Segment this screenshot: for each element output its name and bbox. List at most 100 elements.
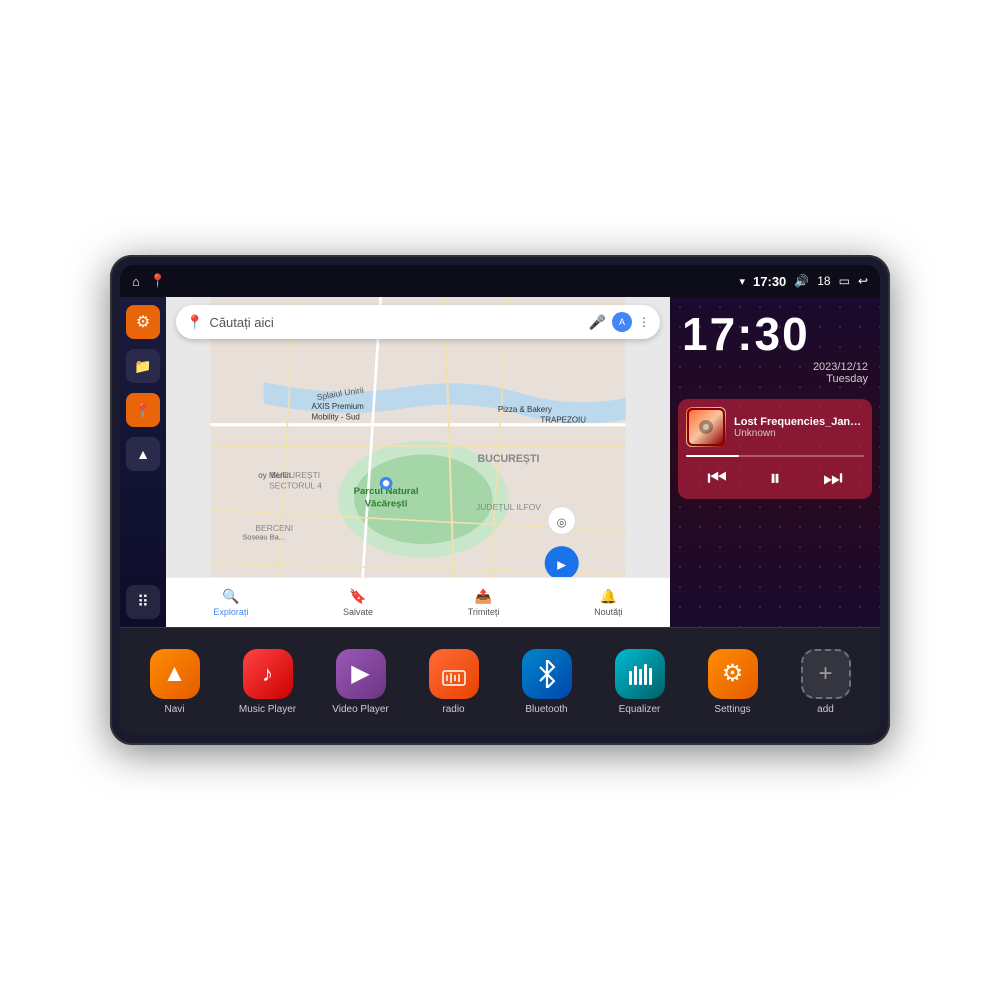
battery-level: 18 (817, 274, 830, 288)
sidebar-nav-button[interactable]: ▲ (126, 437, 160, 471)
video-player-icon: ▶ (336, 649, 386, 699)
sidebar-apps-button[interactable]: ⠿ (126, 585, 160, 619)
location-icon[interactable]: 📍 (150, 273, 166, 289)
main-content: ⚙ 📁 📍 ▲ ⠿ (120, 297, 880, 627)
settings-label: Settings (714, 704, 750, 715)
music-player-widget: Lost Frequencies_Janie... Unknown ⏮ ⏸ ⏭ (678, 399, 872, 499)
profile-letter: A (619, 317, 625, 327)
profile-avatar[interactable]: A (612, 312, 632, 332)
music-player-icon: ♪ (243, 649, 293, 699)
clock-status: 17:30 (753, 274, 786, 289)
share-label: Trimiteți (468, 607, 500, 617)
explore-label: Explorați (213, 607, 248, 617)
svg-text:JUDEȚUL ILFOV: JUDEȚUL ILFOV (476, 502, 541, 512)
app-radio[interactable]: radio (419, 649, 489, 715)
news-label: Noutăți (594, 607, 623, 617)
svg-text:AXIS Premium: AXIS Premium (312, 402, 365, 411)
music-text: Lost Frequencies_Janie... Unknown (734, 416, 864, 439)
wifi-icon: ▾ (740, 275, 746, 288)
svg-text:TRAPEZOIU: TRAPEZOIU (540, 416, 586, 425)
radio-symbol (441, 661, 467, 687)
album-art (686, 407, 726, 447)
app-bluetooth[interactable]: Bluetooth (512, 649, 582, 715)
car-display-unit: ⌂ 📍 ▾ 17:30 🔊 18 ▭ ↩ ⚙ 📁 (110, 255, 890, 745)
music-controls: ⏮ ⏸ ⏭ (686, 465, 864, 491)
radio-icon (429, 649, 479, 699)
music-title: Lost Frequencies_Janie... (734, 416, 864, 428)
navi-symbol: ▲ (163, 660, 187, 688)
map-saved-button[interactable]: 🔖 Salvate (343, 588, 373, 617)
clock-section: 17:30 2023/12/12 Tuesday (670, 297, 880, 395)
svg-text:▶: ▶ (557, 558, 567, 571)
clock-date: 2023/12/12 Tuesday (682, 361, 868, 385)
clock-time: 17:30 (682, 311, 868, 357)
app-equalizer[interactable]: Equalizer (605, 649, 675, 715)
music-progress-fill (686, 455, 739, 457)
app-add[interactable]: + add (791, 649, 861, 715)
right-panel: 17:30 2023/12/12 Tuesday (670, 297, 880, 627)
app-settings[interactable]: ⚙ Settings (698, 649, 768, 715)
bluetooth-symbol (535, 660, 559, 688)
clock-day: Tuesday (826, 373, 868, 385)
radio-label: radio (442, 704, 464, 715)
svg-text:oy Merlin: oy Merlin (258, 471, 290, 480)
video-symbol: ▶ (351, 659, 369, 688)
apps-grid-icon: ⠿ (137, 592, 149, 612)
map-explore-button[interactable]: 🔍 Explorați (213, 588, 248, 617)
bluetooth-label: Bluetooth (525, 704, 567, 715)
equalizer-label: Equalizer (619, 704, 661, 715)
svg-text:Văcărești: Văcărești (365, 499, 408, 510)
navi-label: Navi (164, 704, 184, 715)
equalizer-icon (615, 649, 665, 699)
app-music-player[interactable]: ♪ Music Player (233, 649, 303, 715)
saved-label: Salvate (343, 607, 373, 617)
music-artist: Unknown (734, 428, 864, 439)
svg-text:Soseau Ba...: Soseau Ba... (242, 533, 285, 542)
prev-button[interactable]: ⏮ (707, 465, 727, 491)
status-right-info: ▾ 17:30 🔊 18 ▭ ↩ (740, 274, 869, 289)
screen: ⌂ 📍 ▾ 17:30 🔊 18 ▭ ↩ ⚙ 📁 (120, 265, 880, 735)
nav-arrow-icon: ▲ (136, 446, 150, 462)
pause-button[interactable]: ⏸ (769, 465, 780, 491)
search-placeholder[interactable]: Căutați aici (209, 315, 582, 330)
map-search-bar[interactable]: 📍 Căutați aici 🎤 A ⋮ (176, 305, 660, 339)
svg-text:◎: ◎ (557, 516, 567, 529)
map-bottom-bar: 🔍 Explorați 🔖 Salvate 📤 Trimiteți 🔔 Nout… (166, 577, 670, 627)
sidebar-settings-button[interactable]: ⚙ (126, 305, 160, 339)
app-navi[interactable]: ▲ Navi (140, 649, 210, 715)
music-player-label: Music Player (239, 704, 296, 715)
battery-icon: ▭ (839, 274, 850, 288)
settings-app-icon: ⚙ (708, 649, 758, 699)
map-news-button[interactable]: 🔔 Noutăți (594, 588, 623, 617)
clock-date-value: 2023/12/12 (813, 361, 868, 373)
svg-text:SECTORUL 4: SECTORUL 4 (269, 481, 322, 491)
share-icon: 📤 (475, 588, 492, 605)
settings-symbol: ⚙ (722, 659, 744, 688)
home-icon[interactable]: ⌂ (132, 274, 140, 289)
add-label: add (817, 704, 834, 715)
map-container[interactable]: Splaiul Unirii Parcul Natural Văcărești … (166, 297, 670, 627)
back-icon[interactable]: ↩ (858, 274, 868, 288)
music-progress-bar[interactable] (686, 455, 864, 457)
folder-icon: 📁 (134, 358, 151, 375)
map-share-button[interactable]: 📤 Trimiteți (468, 588, 500, 617)
app-video-player[interactable]: ▶ Video Player (326, 649, 396, 715)
svg-text:BUCUREȘTI: BUCUREȘTI (477, 453, 539, 465)
music-symbol: ♪ (262, 661, 273, 687)
mic-icon[interactable]: 🎤 (589, 314, 606, 331)
more-options-icon[interactable]: ⋮ (638, 315, 650, 329)
bluetooth-icon (522, 649, 572, 699)
svg-text:Pizza & Bakery: Pizza & Bakery (498, 405, 552, 414)
add-symbol: + (818, 660, 832, 688)
video-player-label: Video Player (332, 704, 389, 715)
svg-text:Mobility - Sud: Mobility - Sud (312, 412, 360, 421)
volume-icon: 🔊 (794, 274, 809, 288)
status-bar: ⌂ 📍 ▾ 17:30 🔊 18 ▭ ↩ (120, 265, 880, 297)
sidebar-folder-button[interactable]: 📁 (126, 349, 160, 383)
music-info: Lost Frequencies_Janie... Unknown (686, 407, 864, 447)
next-button[interactable]: ⏭ (823, 465, 843, 491)
sidebar-maps-button[interactable]: 📍 (126, 393, 160, 427)
news-icon: 🔔 (600, 588, 617, 605)
left-sidebar: ⚙ 📁 📍 ▲ ⠿ (120, 297, 166, 627)
saved-icon: 🔖 (349, 588, 366, 605)
